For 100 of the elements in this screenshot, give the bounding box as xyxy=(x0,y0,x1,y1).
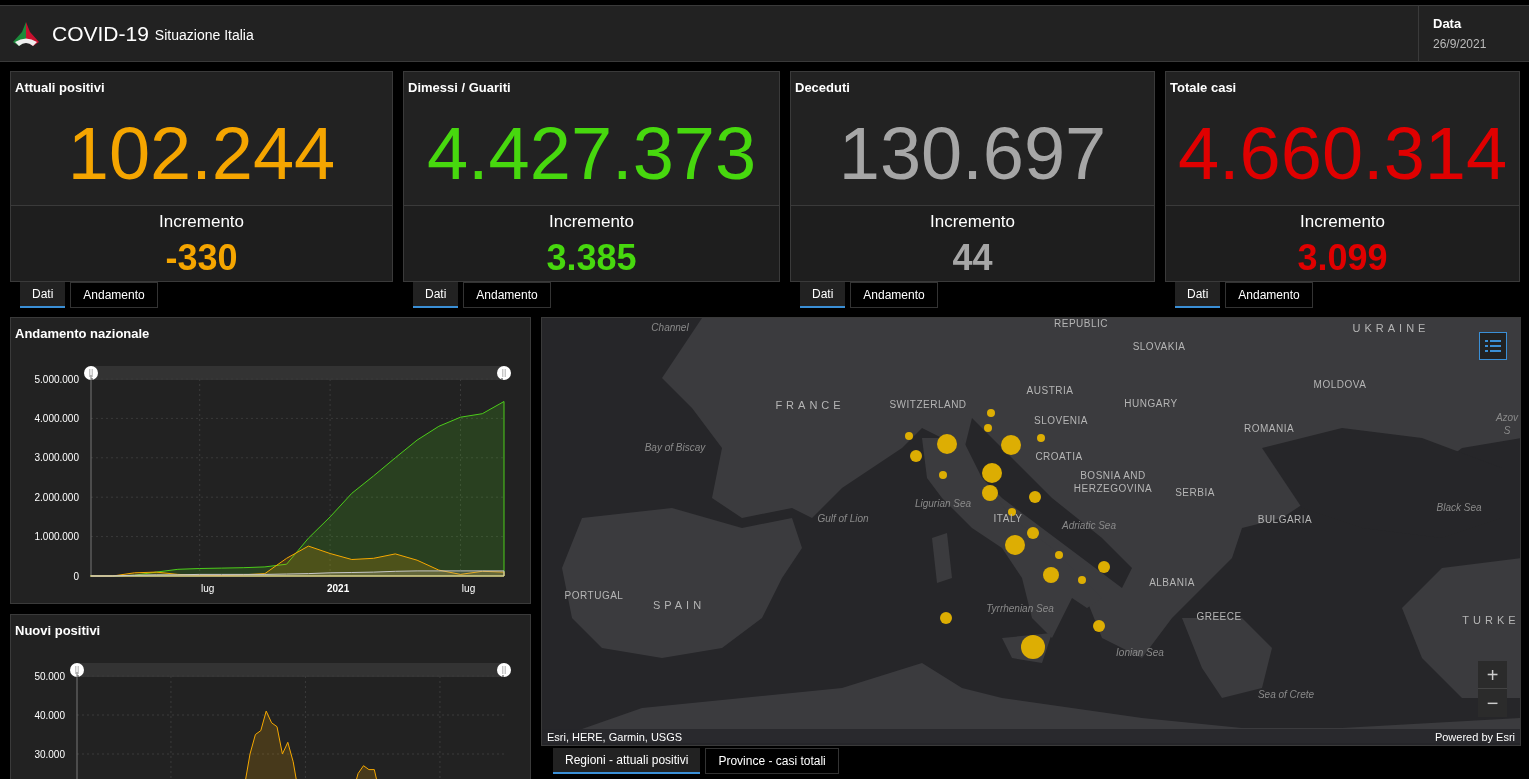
range-handle[interactable] xyxy=(497,366,511,380)
total-value: 4.660.314 xyxy=(1176,116,1509,191)
country-label: TURKE xyxy=(1462,614,1520,628)
card-title: Deceduti xyxy=(795,79,851,97)
country-label: BULGARIA xyxy=(1257,513,1313,527)
y-axis-label: 3.000.000 xyxy=(34,452,79,464)
tab[interactable]: Andamento xyxy=(70,282,158,308)
y-axis-label: 30.000 xyxy=(34,748,65,760)
range-handle[interactable] xyxy=(70,663,84,677)
sea-label: Gulf of Lion xyxy=(817,512,869,526)
country-label: GREECE xyxy=(1196,610,1242,624)
country-label: SPAIN xyxy=(652,599,706,613)
tab[interactable]: Andamento xyxy=(850,282,938,308)
map-bubble xyxy=(982,485,998,501)
increment-label: Incremento xyxy=(548,211,634,233)
zoom-out-button[interactable]: − xyxy=(1478,689,1507,717)
map-bubble xyxy=(1005,535,1025,555)
sea-label: Adriatic Sea xyxy=(1062,519,1116,533)
increment-value: -330 xyxy=(165,235,238,280)
map-bubble xyxy=(1078,576,1086,584)
total-value: 130.697 xyxy=(837,116,1108,191)
tab[interactable]: Province - casi totali xyxy=(705,748,839,774)
increment-label: Incremento xyxy=(929,211,1015,233)
chart-title: Andamento nazionale xyxy=(14,325,151,343)
map-bubble xyxy=(1098,561,1110,573)
map-bubble xyxy=(940,612,952,624)
date-value: 26/9/2021 xyxy=(1433,36,1488,54)
map-bubble xyxy=(905,432,913,440)
attribution-text: Esri, HERE, Garmin, USGS xyxy=(547,729,683,745)
tab[interactable]: Dati xyxy=(1175,282,1221,308)
range-handle[interactable] xyxy=(497,663,511,677)
y-axis-label: 40.000 xyxy=(34,709,65,721)
country-label: REPUBLIC xyxy=(1054,318,1108,331)
sea-label: Azov S xyxy=(1495,411,1519,437)
map-bubble xyxy=(939,471,947,479)
country-label: MOLDOVA xyxy=(1313,378,1367,392)
logo-icon xyxy=(11,20,41,47)
map-bubble xyxy=(1021,635,1045,659)
zoom-in-button[interactable]: + xyxy=(1478,661,1507,689)
country-label: FRANCE xyxy=(775,399,845,413)
y-axis-label: 4.000.000 xyxy=(34,412,79,424)
map-bubble xyxy=(1027,527,1039,539)
tab[interactable]: Dati xyxy=(20,282,66,308)
y-axis-label: 1.000.000 xyxy=(34,531,79,543)
map-bubble xyxy=(1029,491,1041,503)
total-value: 4.427.373 xyxy=(425,116,758,191)
powered-by-link[interactable]: Powered by Esri xyxy=(1434,728,1515,745)
country-label: ROMANIA xyxy=(1243,422,1295,436)
x-axis-label: 2021 xyxy=(327,583,350,594)
country-label: SERBIA xyxy=(1175,486,1215,500)
country-label: BOSNIA AND HERZEGOVINA xyxy=(1072,469,1154,495)
map-bubble xyxy=(910,450,922,462)
tab[interactable]: Andamento xyxy=(463,282,551,308)
map-bubble xyxy=(1037,434,1045,442)
y-axis-label: 2.000.000 xyxy=(34,491,79,503)
card-title: Totale casi xyxy=(1170,79,1238,97)
country-label: UKRAINE xyxy=(1352,322,1430,336)
country-label: HUNGARY xyxy=(1124,397,1178,411)
y-axis-label: 50.000 xyxy=(34,670,65,682)
increment-value: 3.385 xyxy=(546,235,637,280)
sea-label: Sea of Crete xyxy=(1257,688,1315,702)
map-bubble xyxy=(1055,551,1063,559)
map[interactable] xyxy=(541,317,1521,746)
sea-label: Ionian Sea xyxy=(1116,646,1164,660)
increment-value: 44 xyxy=(952,235,993,280)
increment-label: Incremento xyxy=(158,211,244,233)
increment-label: Incremento xyxy=(1299,211,1385,233)
y-axis-label: 5.000.000 xyxy=(34,373,79,385)
app-title: COVID-19 xyxy=(52,20,149,47)
tab[interactable]: Dati xyxy=(800,282,846,308)
increment-value: 3.099 xyxy=(1297,235,1388,280)
x-axis-label: lug xyxy=(461,583,476,594)
country-label: SLOVAKIA xyxy=(1132,340,1186,354)
card-title: Attuali positivi xyxy=(15,79,106,97)
country-label: PORTUGAL xyxy=(564,589,624,603)
map-bubble xyxy=(1008,508,1016,516)
country-label: ALBANIA xyxy=(1149,576,1195,590)
tab[interactable]: Dati xyxy=(413,282,459,308)
country-label: CROATIA xyxy=(1035,450,1083,464)
app-subtitle: Situazione Italia xyxy=(154,25,254,45)
list-icon xyxy=(1485,339,1501,353)
sea-label: Tyrrhenian Sea xyxy=(986,602,1054,616)
country-label: ITALY xyxy=(993,512,1023,526)
date-label: Data xyxy=(1433,14,1463,33)
tab[interactable]: Regioni - attuali positivi xyxy=(553,748,701,774)
x-axis-label: lug xyxy=(201,583,215,594)
card-title: Dimessi / Guariti xyxy=(408,79,512,97)
map-bubble xyxy=(937,434,957,454)
sea-label: Ligurian Sea xyxy=(914,497,972,511)
country-label: SLOVENIA xyxy=(1034,414,1088,428)
tab[interactable]: Andamento xyxy=(1225,282,1313,308)
map-bubble xyxy=(1001,435,1021,455)
sea-label: Black Sea xyxy=(1436,501,1482,515)
legend-button[interactable] xyxy=(1479,332,1507,360)
chart-title: Nuovi positivi xyxy=(14,622,102,640)
map-bubble xyxy=(1093,620,1105,632)
map-bubble xyxy=(1043,567,1059,583)
sea-label: Bay of Biscay xyxy=(644,441,706,455)
map-bubble xyxy=(982,463,1002,483)
range-handle[interactable] xyxy=(84,366,98,380)
